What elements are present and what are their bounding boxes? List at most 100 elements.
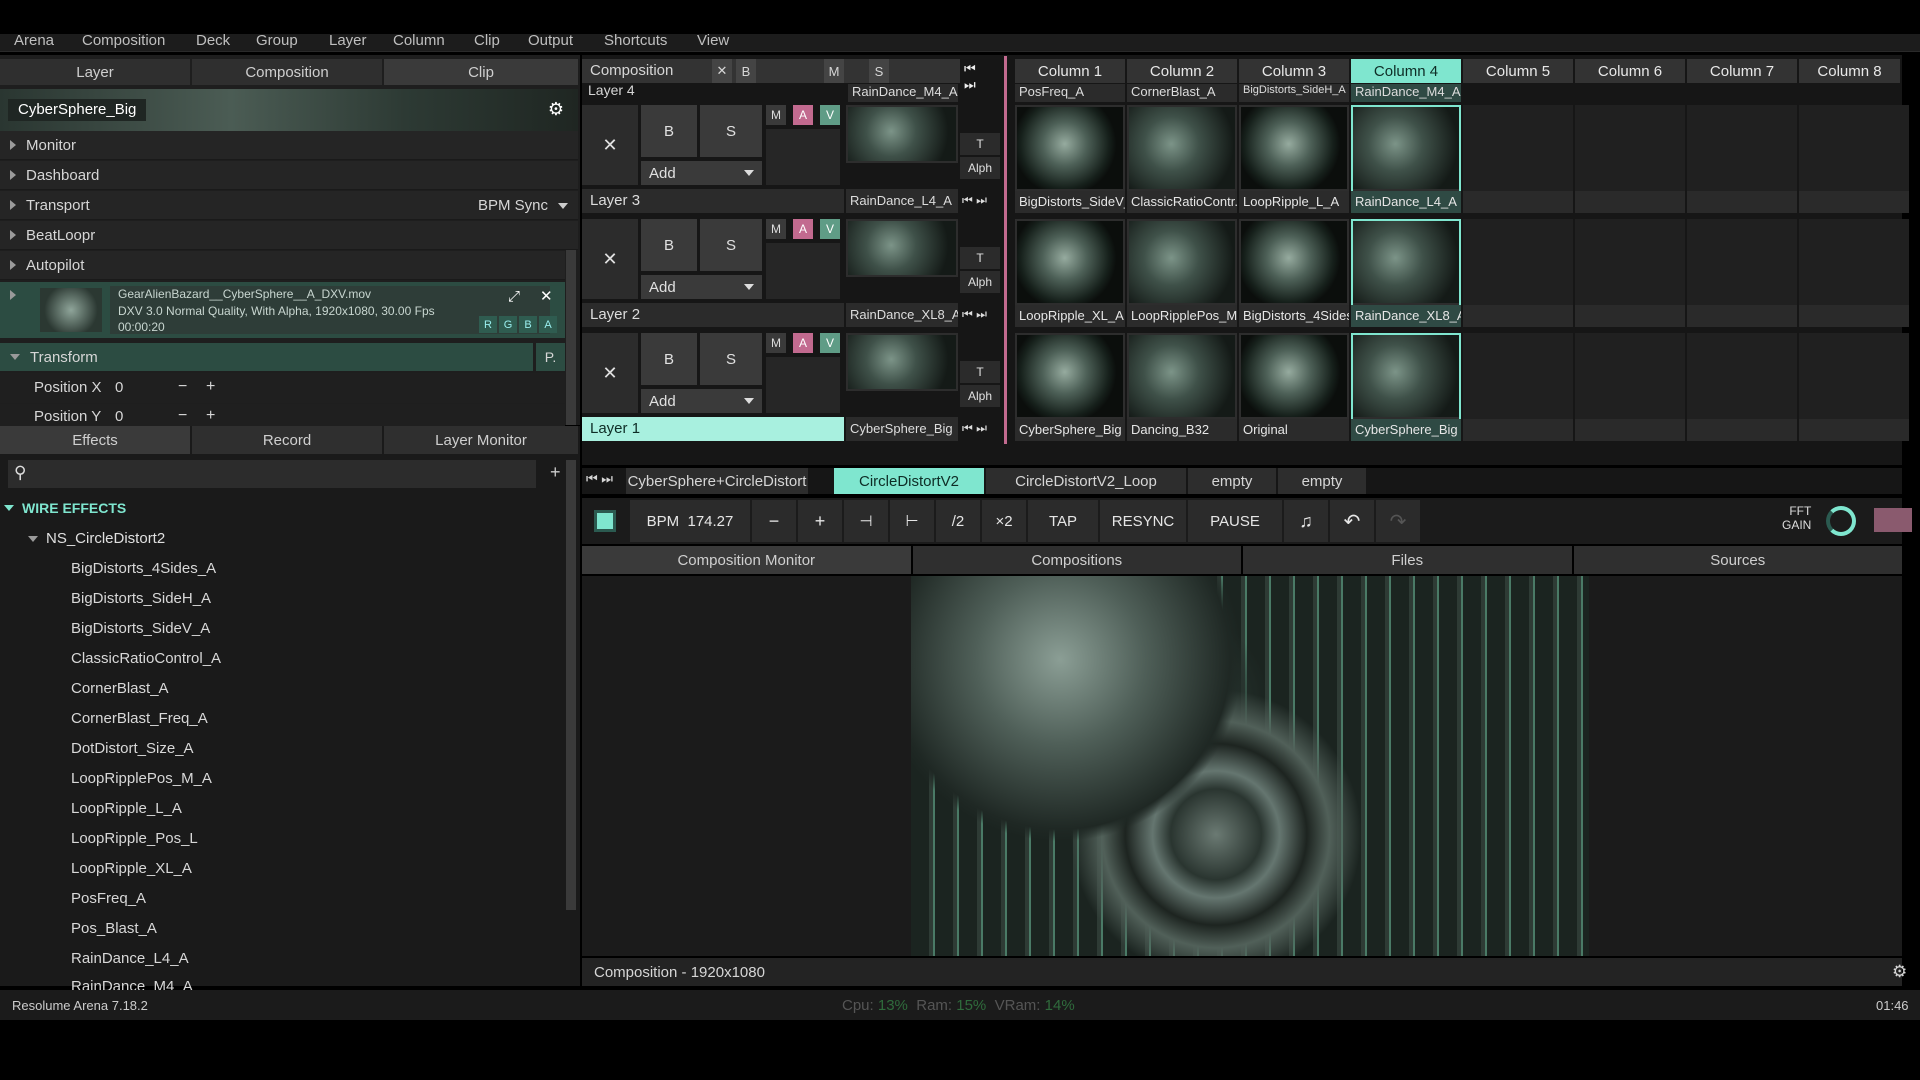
layer-mask-button[interactable]: M bbox=[766, 333, 786, 353]
nudge-forward-icon[interactable]: ⊢ bbox=[890, 500, 934, 542]
effect-item[interactable]: LoopRipple_XL_A bbox=[71, 860, 192, 877]
gear-icon[interactable]: ⚙ bbox=[548, 99, 564, 120]
deck-tab[interactable]: empty bbox=[1278, 468, 1366, 494]
empty-clip-slot[interactable] bbox=[1799, 333, 1909, 441]
section-dashboard[interactable]: Dashboard bbox=[0, 161, 578, 190]
clip-slot[interactable]: ClassicRatioContr... bbox=[1127, 105, 1237, 213]
empty-clip-slot[interactable] bbox=[1687, 219, 1797, 327]
resync-button[interactable]: RESYNC bbox=[1100, 500, 1186, 542]
menu-group[interactable]: Group bbox=[256, 32, 298, 49]
channel-a-button[interactable]: A bbox=[539, 316, 557, 333]
add-button[interactable]: + bbox=[550, 462, 561, 483]
deck-tab-selected[interactable]: CircleDistortV2 bbox=[834, 468, 984, 494]
clip-slot[interactable]: RainDance_L4_A bbox=[1351, 105, 1461, 213]
double-bpm-button[interactable]: ×2 bbox=[982, 500, 1026, 542]
channel-r-button[interactable]: R bbox=[479, 316, 497, 333]
nudge-back-icon[interactable]: ⊣ bbox=[844, 500, 888, 542]
clear-button[interactable]: ✕ bbox=[712, 59, 732, 83]
clip-name[interactable]: CyberSphere_Big bbox=[8, 99, 147, 121]
menu-clip[interactable]: Clip bbox=[474, 32, 500, 49]
layer-fader[interactable] bbox=[766, 357, 840, 413]
gain-knob[interactable] bbox=[1826, 506, 1856, 536]
tab-layer-monitor[interactable]: Layer Monitor bbox=[384, 426, 578, 454]
increment-button[interactable]: + bbox=[206, 407, 215, 425]
layer-mask-button[interactable]: M bbox=[766, 105, 786, 125]
layer-current-preview[interactable] bbox=[846, 333, 958, 391]
tab-composition[interactable]: Composition bbox=[192, 59, 382, 85]
half-bpm-button[interactable]: /2 bbox=[936, 500, 980, 542]
menu-layer[interactable]: Layer bbox=[329, 32, 367, 49]
effect-item[interactable]: BigDistorts_SideH_A bbox=[71, 590, 211, 607]
layer-name[interactable]: Layer 1 bbox=[582, 417, 844, 441]
layer-name[interactable]: Layer 2 bbox=[582, 303, 844, 327]
clip-label[interactable]: PosFreq_A bbox=[1015, 84, 1125, 102]
tab-clip[interactable]: Clip bbox=[384, 59, 578, 85]
layer-current-clip[interactable]: RainDance_M4_A bbox=[848, 84, 958, 102]
transition-button[interactable]: T bbox=[960, 247, 1000, 269]
layer-clear-button[interactable]: ✕ bbox=[582, 333, 638, 413]
layer-audio-button[interactable]: A bbox=[793, 333, 813, 353]
bpm-increase-button[interactable]: + bbox=[798, 500, 842, 542]
effect-item[interactable]: RainDance_L4_A bbox=[71, 950, 189, 967]
effect-item[interactable]: CornerBlast_Freq_A bbox=[71, 710, 208, 727]
pause-button[interactable]: PAUSE bbox=[1188, 500, 1282, 542]
tab-layer[interactable]: Layer bbox=[0, 59, 190, 85]
decrement-button[interactable]: − bbox=[178, 407, 187, 425]
prev-next-icon[interactable]: ⏮ ⏭ bbox=[962, 307, 987, 322]
tab-compositions[interactable]: Compositions bbox=[912, 546, 1241, 574]
layer-solo-button[interactable]: S bbox=[700, 333, 762, 385]
decrement-button[interactable]: − bbox=[178, 378, 187, 396]
chevron-down-icon[interactable] bbox=[558, 203, 568, 209]
empty-clip-slot[interactable] bbox=[1575, 333, 1685, 441]
clip-slot[interactable]: Original bbox=[1239, 333, 1349, 441]
effect-item[interactable]: DotDistort_Size_A bbox=[71, 740, 194, 757]
transform-header[interactable]: Transform bbox=[0, 343, 533, 371]
layer-audio-button[interactable]: A bbox=[793, 219, 813, 239]
channel-b-button[interactable]: B bbox=[519, 316, 537, 333]
menu-deck[interactable]: Deck bbox=[196, 32, 230, 49]
layer-blend-select[interactable]: Add bbox=[641, 389, 762, 413]
layer-name[interactable]: Layer 4 bbox=[588, 84, 635, 98]
clip-slot[interactable]: CyberSphere_Big bbox=[1015, 333, 1125, 441]
tap-button[interactable]: TAP bbox=[1028, 500, 1098, 542]
layer-clear-button[interactable]: ✕ bbox=[582, 219, 638, 299]
effects-group[interactable]: NS_CircleDistort2 bbox=[24, 530, 165, 547]
effect-item[interactable]: LoopRipple_Pos_L bbox=[71, 830, 198, 847]
layer-video-button[interactable]: V bbox=[820, 219, 840, 239]
gear-icon[interactable]: ⚙ bbox=[1892, 962, 1907, 982]
empty-clip-slot[interactable] bbox=[1463, 105, 1573, 213]
increment-button[interactable]: + bbox=[206, 378, 215, 396]
effect-item[interactable]: RainDance_M4_A bbox=[71, 978, 193, 990]
layer-video-button[interactable]: V bbox=[820, 333, 840, 353]
effect-item[interactable]: LoopRipplePos_M_A bbox=[71, 770, 212, 787]
clip-slot[interactable]: BigDistorts_4Sides_A bbox=[1239, 219, 1349, 327]
layer-current-preview[interactable] bbox=[846, 219, 958, 277]
close-icon[interactable]: ✕ bbox=[540, 287, 553, 305]
undo-icon[interactable]: ↶ bbox=[1330, 500, 1374, 542]
bpm-field[interactable]: BPM 174.27 bbox=[630, 500, 750, 542]
channel-g-button[interactable]: G bbox=[499, 316, 517, 333]
menu-arena[interactable]: Arena bbox=[14, 32, 54, 49]
layer-fader[interactable] bbox=[766, 243, 840, 299]
layer-mask-button[interactable]: M bbox=[766, 219, 786, 239]
position-x-value[interactable]: 0 bbox=[115, 379, 123, 396]
clip-slot[interactable]: RainDance_XL8_A bbox=[1351, 219, 1461, 327]
column-header[interactable]: Column 4 bbox=[1351, 59, 1461, 83]
menu-output[interactable]: Output bbox=[528, 32, 573, 49]
clip-label[interactable]: BigDistorts_SideH_A bbox=[1239, 84, 1349, 102]
transport-mode-select[interactable]: BPM Sync bbox=[478, 197, 548, 214]
tab-effects[interactable]: Effects bbox=[0, 426, 190, 454]
section-autopilot[interactable]: Autopilot bbox=[0, 251, 565, 280]
alpha-button[interactable]: Alph bbox=[960, 157, 1000, 179]
empty-clip-slot[interactable] bbox=[1799, 219, 1909, 327]
clip-slot[interactable]: LoopRipplePos_M_A bbox=[1127, 219, 1237, 327]
scrollbar[interactable] bbox=[566, 460, 576, 910]
scrollbar[interactable] bbox=[566, 250, 576, 425]
tab-record[interactable]: Record bbox=[192, 426, 382, 454]
bpm-decrease-button[interactable]: − bbox=[752, 500, 796, 542]
clip-slot[interactable]: LoopRipple_XL_A bbox=[1015, 219, 1125, 327]
clip-file-row[interactable]: GearAlienBazard__CyberSphere__A_DXV.mov … bbox=[0, 282, 565, 338]
bypass-button[interactable]: B bbox=[736, 59, 756, 83]
section-beatloopr[interactable]: BeatLoopr bbox=[0, 221, 578, 250]
mask-button[interactable]: M bbox=[824, 59, 844, 83]
